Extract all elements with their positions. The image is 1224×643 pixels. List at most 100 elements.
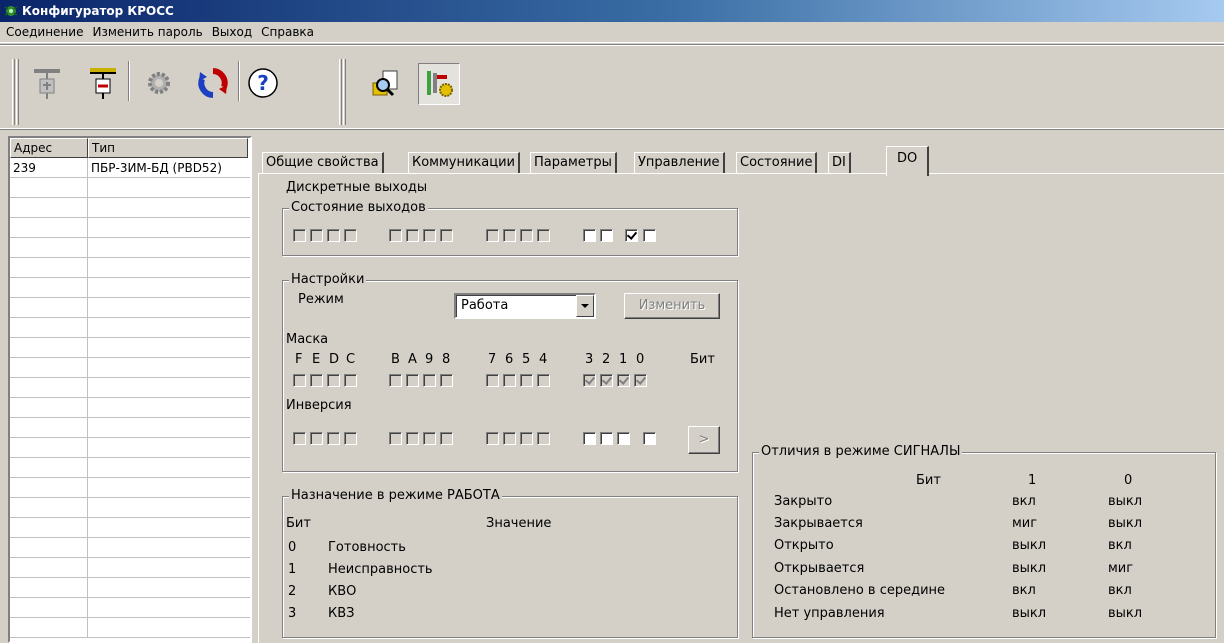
bit-label-6: 6 [505,352,514,367]
signals-row-name: Закрыто [774,494,833,509]
device-list[interactable]: Адрес Тип 239 ПБР-3ИМ-БД (PBD52) [8,136,252,643]
inversion-bit-2[interactable] [600,432,613,445]
output-bit-3 [583,229,596,242]
bit-label-5: 5 [522,352,531,367]
connect-button[interactable] [84,65,122,103]
tools-icon [423,67,455,102]
bit-word-label: Бит [690,352,715,367]
empty-row [10,178,250,198]
work-row-value: КВЗ [328,606,355,621]
tab-di[interactable]: DI [828,152,851,174]
bit-label-8: 8 [442,352,451,367]
inversion-bit-0[interactable] [643,432,656,445]
bit-label-7: 7 [488,352,497,367]
inversion-bit-3[interactable] [583,432,596,445]
output-bit-0 [643,229,656,242]
mode-label: Режим [298,292,344,307]
work-row-value: КВО [328,584,357,599]
search-config-button[interactable] [366,65,404,103]
mode-select[interactable]: Работа [454,293,596,319]
inversion-bit-A [406,432,419,445]
menu-connection[interactable]: Соединение [6,25,83,39]
bit-label-4: 4 [539,352,548,367]
tab-sheet-border [258,173,1224,174]
help-icon: ? [246,66,280,103]
tools-button[interactable] [418,63,460,105]
inversion-bit-7 [486,432,499,445]
inversion-bit-B [389,432,402,445]
inversion-bit-E [310,432,323,445]
bit-label-F: F [295,352,303,367]
tab-communications[interactable]: Коммуникации [408,152,521,174]
cell-address: 239 [10,158,88,177]
bit-label-2: 2 [602,352,611,367]
apply-inversion-button[interactable]: > [688,426,720,454]
tab-parameters[interactable]: Параметры [530,152,617,174]
toolbar-grip[interactable] [12,59,15,125]
empty-row [10,438,250,458]
refresh-icon [197,67,229,102]
work-row-bit: 0 [288,540,297,555]
mask-label: Маска [286,332,329,347]
title-bar[interactable]: Конфигуратор КРОСС [0,0,1224,22]
signals-row-v0: миг [1108,561,1134,576]
mode-select-value: Работа [461,298,509,313]
work-row-bit: 1 [288,562,297,577]
window-title: Конфигуратор КРОСС [22,4,174,18]
inversion-bit-6 [503,432,516,445]
toolbar: ? [0,44,1224,130]
toolbar-separator [128,61,130,101]
outputs-state-group-title: Состояние выходов [289,200,428,215]
output-bit-5 [520,229,533,242]
tab-sheet-left-border [258,174,259,643]
signals-row-v0: выкл [1108,516,1143,531]
mask-bit-1 [617,374,630,387]
tab-state[interactable]: Состояние [736,152,818,174]
tab-do[interactable]: DO [886,146,930,176]
inversion-label: Инверсия [286,398,352,413]
app-icon [4,4,18,18]
signals-row-name: Остановлено в середине [774,583,946,598]
output-bit-9 [423,229,436,242]
output-bit-C [344,229,357,242]
inversion-bit-C [344,432,357,445]
menu-help[interactable]: Справка [261,25,314,39]
column-header-address[interactable]: Адрес [10,138,88,158]
device-disconnect-icon [32,65,62,104]
signals-row-v0: выкл [1108,494,1143,509]
signals-mode-group-title: Отличия в режиме СИГНАЛЫ [759,444,963,459]
work-row-bit: 2 [288,584,297,599]
svg-text:?: ? [257,71,269,95]
mask-bit-3 [583,374,596,387]
menu-exit[interactable]: Выход [212,25,252,39]
help-button[interactable]: ? [244,65,282,103]
inversion-bit-1[interactable] [617,432,630,445]
menu-change-password[interactable]: Изменить пароль [92,25,202,39]
work-header-value: Значение [486,516,552,531]
output-bit-A [406,229,419,242]
signals-row-v0: вкл [1108,538,1132,553]
tab-control[interactable]: Управление [634,152,725,174]
mask-bit-2 [600,374,613,387]
table-row[interactable]: 239 ПБР-3ИМ-БД (PBD52) [10,158,250,178]
change-button[interactable]: Изменить [624,293,720,319]
bit-label-3: 3 [585,352,594,367]
disconnect-button[interactable] [28,65,66,103]
tab-general[interactable]: Общие свойства [262,152,384,174]
empty-row [10,258,250,278]
settings-gear-icon [143,67,175,102]
empty-row [10,378,250,398]
menu-bar: Соединение Изменить пароль Выход Справка [0,22,1224,43]
signals-row-v1: выкл [1012,561,1047,576]
work-row-value: Готовность [328,540,406,555]
empty-row [10,358,250,378]
cell-type: ПБР-3ИМ-БД (PBD52) [91,161,222,175]
settings-button[interactable] [140,65,178,103]
signals-row-v1: вкл [1012,494,1036,509]
bit-label-E: E [312,352,321,367]
chevron-down-icon[interactable] [576,295,594,317]
signals-row-v1: выкл [1012,538,1047,553]
column-header-type[interactable]: Тип [88,138,248,158]
output-bit-D [327,229,340,242]
refresh-button[interactable] [194,65,232,103]
